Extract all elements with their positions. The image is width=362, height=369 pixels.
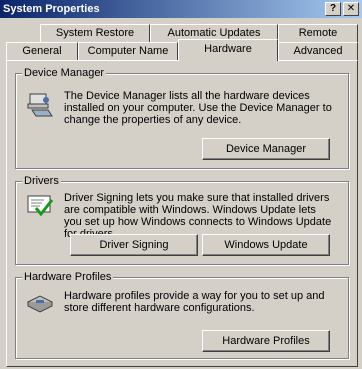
help-button[interactable]: ? [325, 2, 341, 16]
hardware-profiles-description: Hardware profiles provide a way for you … [64, 290, 325, 314]
drivers-title: Drivers [22, 175, 61, 187]
device-manager-icon [27, 93, 53, 117]
hardware-profiles-title: Hardware Profiles [22, 271, 114, 283]
device-manager-group: Device Manager The Device Manager lists … [15, 67, 349, 169]
title-bar: System Properties [0, 0, 362, 18]
window-title: System Properties [3, 3, 100, 15]
drivers-description: Driver Signing lets you make sure that i… [64, 192, 332, 240]
hardware-profiles-group: Hardware Profiles Hardware profiles prov… [15, 271, 349, 359]
device-manager-description: The Device Manager lists all the hardwar… [64, 90, 332, 126]
driver-signing-button[interactable]: Driver Signing [70, 234, 198, 256]
tab-general[interactable]: General [6, 42, 78, 60]
tab-remote[interactable]: Remote [278, 24, 358, 42]
windows-update-button[interactable]: Windows Update [202, 234, 330, 256]
hardware-profiles-icon [26, 295, 54, 313]
drivers-group: Drivers Driver Signing lets you make sur… [15, 175, 349, 265]
tab-computer-name[interactable]: Computer Name [78, 42, 178, 60]
device-manager-button[interactable]: Device Manager [202, 138, 330, 160]
hardware-panel: Device Manager The Device Manager lists … [6, 60, 358, 367]
device-manager-title: Device Manager [22, 67, 107, 79]
tab-hardware[interactable]: Hardware [178, 39, 278, 61]
hardware-profiles-button[interactable]: Hardware Profiles [202, 330, 330, 352]
tab-system-restore[interactable]: System Restore [40, 24, 150, 42]
tab-advanced[interactable]: Advanced [278, 42, 358, 60]
close-button[interactable]: ✕ [343, 2, 359, 16]
driver-signing-icon [27, 195, 54, 217]
